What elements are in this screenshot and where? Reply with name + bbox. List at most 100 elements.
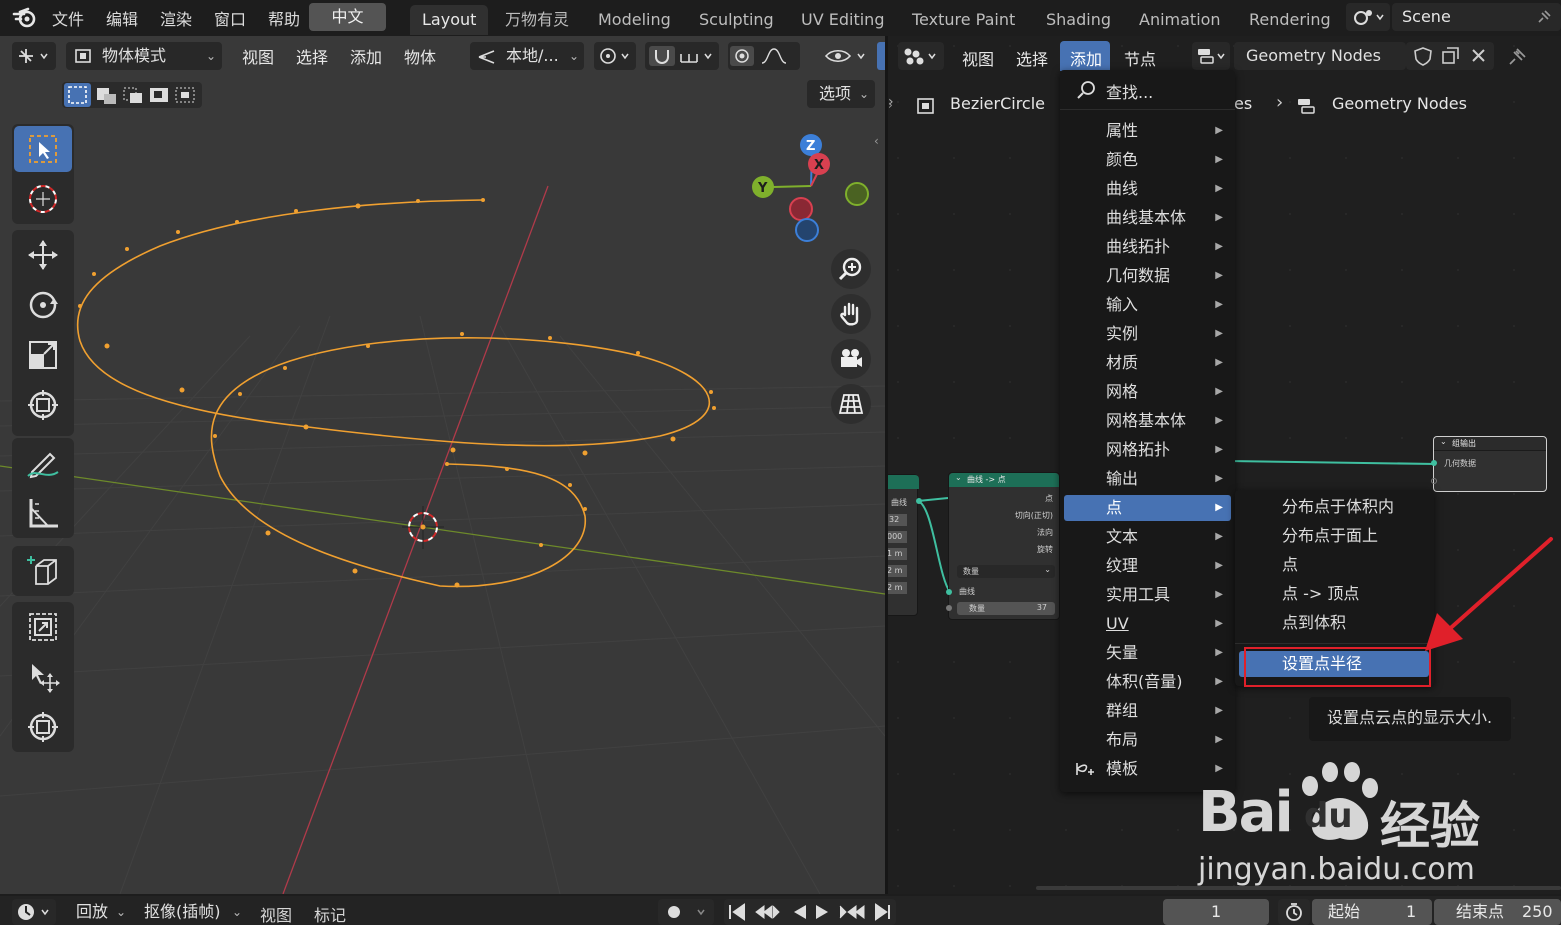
socket-empty[interactable] (1431, 478, 1437, 484)
viewport-menu-object[interactable]: 物体 (404, 44, 436, 68)
pin-icon[interactable] (1506, 46, 1528, 68)
viewport-menu-add[interactable]: 添加 (350, 44, 382, 68)
socket-geometry[interactable] (1431, 460, 1437, 466)
navigation-gizmo[interactable]: Z Y X (745, 130, 875, 250)
scale-tool[interactable] (14, 332, 72, 378)
node-curve-to-points[interactable]: 曲线 -> 点 ⌄ 点 切向(正切) 法向 旋转 数量 ⌄ 曲线 数量 37 (948, 472, 1060, 620)
gizmo-neg-x[interactable] (789, 197, 813, 221)
submenu-item-distribute-on-faces[interactable]: 分布点于面上 (1239, 523, 1429, 549)
toolbar-toggle-icon[interactable]: › (888, 98, 893, 112)
gizmo-neg-z[interactable] (795, 218, 819, 242)
tab-shading[interactable]: Shading (1034, 5, 1123, 35)
snap-to-tool[interactable] (14, 654, 72, 700)
menu-item-mesh-topology[interactable]: 网格拓扑 ▶ (1064, 437, 1231, 463)
node-menu-select[interactable]: 选择 (1016, 46, 1048, 70)
tab-animation[interactable]: Animation (1127, 5, 1233, 35)
duplicate-icon[interactable] (1440, 46, 1462, 66)
tab-uv-editing[interactable]: UV Editing (789, 5, 896, 35)
ortho-toggle-button[interactable] (831, 384, 871, 424)
node-menu-add[interactable]: 添加 (1060, 41, 1110, 71)
breadcrumb-object[interactable]: BezierCircle (950, 94, 1045, 113)
start-frame-field[interactable]: 起始 1 (1312, 899, 1432, 925)
menu-edit[interactable]: 编辑 (106, 6, 138, 30)
selection-mode-icons[interactable] (62, 82, 202, 108)
3d-cursor[interactable] (402, 506, 444, 549)
snap-button[interactable] (645, 42, 719, 70)
menu-item-uv[interactable]: UV ▶ (1064, 611, 1231, 637)
pan-button[interactable] (831, 294, 871, 334)
menu-file[interactable]: 文件 (52, 6, 84, 30)
menu-window[interactable]: 窗口 (214, 6, 246, 30)
stub-field-1[interactable]: 32 (888, 514, 907, 526)
stub-field-3[interactable]: 1 m (888, 548, 907, 560)
node-menu-view[interactable]: 视图 (962, 46, 994, 70)
collapse-chevron-icon[interactable]: ⌄ (955, 473, 962, 482)
viewport-menu-select[interactable]: 选择 (296, 44, 328, 68)
timeline-menu-view[interactable]: 视图 (260, 902, 292, 925)
transform-alt-tool[interactable] (14, 704, 72, 750)
submenu-item-points[interactable]: 点 (1239, 552, 1429, 578)
options-dropdown[interactable]: 选项 ⌄ (807, 80, 875, 108)
overlay-toggle[interactable] (877, 42, 885, 70)
camera-view-button[interactable] (831, 339, 871, 379)
menu-item-layout[interactable]: 布局 ▶ (1064, 727, 1231, 753)
menu-item-utilities[interactable]: 实用工具 ▶ (1064, 582, 1231, 608)
move-tool[interactable] (14, 232, 72, 278)
node-tree-name-field[interactable]: Geometry Nodes (1234, 42, 1406, 70)
menu-item-mesh-primitives[interactable]: 网格基本体 ▶ (1064, 408, 1231, 434)
node-menu-node[interactable]: 节点 (1124, 46, 1156, 70)
pin-icon[interactable] (1536, 9, 1552, 25)
rotate-tool[interactable] (14, 282, 72, 328)
tab-modeling[interactable]: Modeling (586, 5, 683, 35)
gizmo-neg-y[interactable] (845, 182, 869, 206)
menu-item-curve-primitives[interactable]: 曲线基本体 ▶ (1064, 205, 1231, 231)
current-frame-field[interactable]: 1 (1163, 899, 1269, 925)
tab-layout[interactable]: Layout (410, 5, 489, 35)
stub-field-5[interactable]: 2 m (888, 582, 907, 594)
stub-field-4[interactable]: 2 m (888, 565, 907, 577)
editor-type-button[interactable] (12, 42, 56, 70)
menu-item-material[interactable]: 材质 ▶ (1064, 350, 1231, 376)
playback-dropdown[interactable]: 回放 ⌄ (66, 899, 132, 925)
viewport-menu-view[interactable]: 视图 (242, 44, 274, 68)
timeline-menu-marker[interactable]: 标记 (314, 902, 346, 925)
count-field[interactable]: 数量 37 (957, 602, 1055, 615)
breadcrumb-modifier[interactable]: es (1234, 94, 1252, 113)
blender-logo-icon[interactable] (12, 6, 38, 30)
collapse-chevron-icon[interactable]: ⌄ (1440, 437, 1447, 446)
preview-range-button[interactable] (1278, 899, 1310, 925)
shear-tool[interactable] (14, 604, 72, 650)
submenu-item-points-to-volume[interactable]: 点到体积 (1239, 610, 1429, 636)
node-curve-circle-partial[interactable]: 曲线 32 000 1 m 2 m 2 m (888, 474, 919, 616)
add-cube-tool[interactable] (14, 548, 72, 594)
playback-control-icons[interactable] (724, 902, 896, 922)
scene-selector-button[interactable] (1346, 3, 1390, 31)
menu-item-attribute[interactable]: 属性 ▶ (1064, 118, 1231, 144)
menu-search[interactable]: 查找... (1064, 74, 1231, 104)
menu-item-output[interactable]: 输出 ▶ (1064, 466, 1231, 492)
menu-item-curve[interactable]: 曲线 ▶ (1064, 176, 1231, 202)
menu-help[interactable]: 帮助 (268, 6, 300, 30)
visibility-button[interactable] (822, 42, 874, 70)
socket-count-input[interactable] (946, 605, 952, 611)
cursor-tool[interactable] (14, 176, 72, 222)
menu-item-mesh[interactable]: 网格 ▶ (1064, 379, 1231, 405)
mode-selector[interactable]: 物体模式 ⌄ (66, 42, 222, 70)
select-box-tool[interactable] (14, 126, 72, 172)
language-button[interactable]: 中文 (309, 3, 386, 31)
close-icon[interactable] (1468, 46, 1490, 66)
menu-item-text[interactable]: 文本 ▶ (1064, 524, 1231, 550)
fake-user-shield-icon[interactable] (1412, 46, 1434, 66)
transform-tool[interactable] (14, 382, 72, 428)
pivot-point-button[interactable] (594, 42, 636, 70)
socket-curve-input[interactable] (946, 589, 952, 595)
annotate-tool[interactable] (14, 440, 72, 486)
menu-item-group[interactable]: 群组 ▶ (1064, 698, 1231, 724)
proportional-edit-button[interactable] (728, 42, 800, 70)
menu-item-volume[interactable]: 体积(音量) ▶ (1064, 669, 1231, 695)
tab-sculpting[interactable]: Sculpting (687, 5, 786, 35)
end-frame-field[interactable]: 结束点 250 (1434, 899, 1561, 925)
menu-item-input[interactable]: 输入 ▶ (1064, 292, 1231, 318)
stub-field-2[interactable]: 000 (888, 531, 907, 543)
mode-dropdown[interactable]: 数量 ⌄ (957, 565, 1055, 578)
